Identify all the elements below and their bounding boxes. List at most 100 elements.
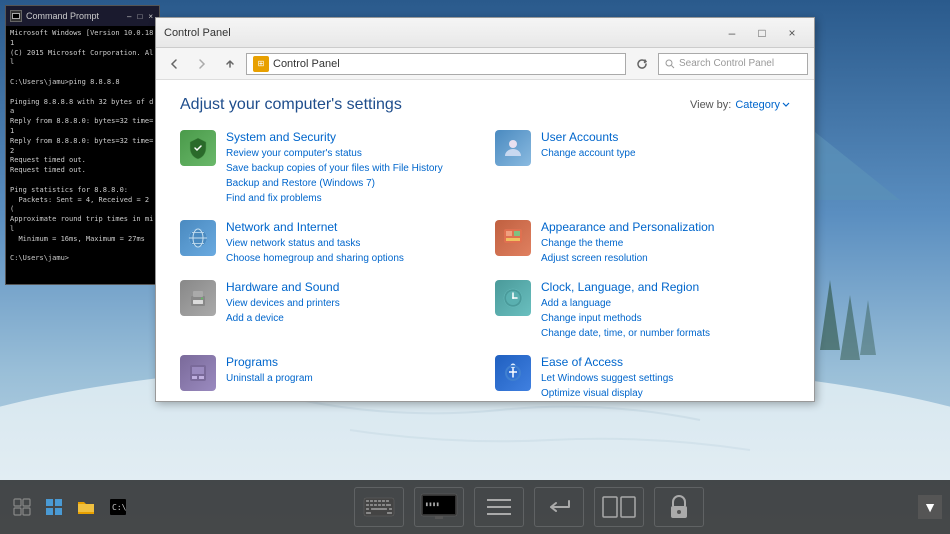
hardware-link-2[interactable]: Add a device [226, 311, 340, 326]
system-security-link-3[interactable]: Backup and Restore (Windows 7) [226, 176, 443, 191]
clock-link-3[interactable]: Change date, time, or number formats [541, 326, 710, 341]
nav-back-button[interactable] [162, 52, 186, 76]
search-bar[interactable]: Search Control Panel [658, 53, 808, 75]
ease-of-access-title[interactable]: Ease of Access [541, 355, 673, 369]
cp-maximize-button[interactable]: □ [748, 23, 776, 43]
breadcrumb-icon: ⊞ [253, 56, 269, 72]
keyboard-tool-button[interactable] [354, 487, 404, 527]
cmd-title-text: Command Prompt [26, 11, 99, 21]
enter-tool-button[interactable] [534, 487, 584, 527]
cmd-titlebar: Command Prompt – □ × [6, 6, 159, 26]
task-view-button[interactable] [8, 493, 36, 521]
category-user-accounts: User Accounts Change account type [495, 130, 790, 206]
appearance-text: Appearance and Personalization Change th… [541, 220, 714, 266]
cp-close-button[interactable]: × [778, 23, 806, 43]
network-globe-icon [186, 226, 210, 250]
printer-icon [186, 286, 210, 310]
ease-link-1[interactable]: Let Windows suggest settings [541, 371, 673, 386]
user-accounts-text: User Accounts Change account type [541, 130, 636, 161]
taskbar-right: ▼ [918, 495, 950, 519]
network-link-2[interactable]: Choose homegroup and sharing options [226, 251, 404, 266]
hardware-link-1[interactable]: View devices and printers [226, 296, 340, 311]
start-button[interactable] [40, 493, 68, 521]
taskbar-left: C:\ [0, 493, 140, 521]
appearance-link-2[interactable]: Adjust screen resolution [541, 251, 714, 266]
programs-link-1[interactable]: Uninstall a program [226, 371, 313, 386]
folder-icon [77, 498, 95, 516]
user-accounts-title[interactable]: User Accounts [541, 130, 636, 144]
snap-window-icon [600, 493, 638, 521]
nav-refresh-button[interactable] [630, 52, 654, 76]
category-network-internet: Network and Internet View network status… [180, 220, 475, 266]
taskbar-middle: ▮▮▮▮ [140, 487, 918, 527]
palette-icon [501, 226, 525, 250]
cmd-content: Microsoft Windows [Version 10.0.181 (C) … [6, 26, 159, 284]
ease-of-access-icon [495, 355, 531, 391]
file-explorer-taskbar-button[interactable] [72, 493, 100, 521]
network-link-1[interactable]: View network status and tasks [226, 236, 404, 251]
lock-icon [663, 493, 695, 521]
user-accounts-link-1[interactable]: Change account type [541, 146, 636, 161]
breadcrumb[interactable]: ⊞ Control Panel [246, 53, 626, 75]
category-hardware-sound: Hardware and Sound View devices and prin… [180, 280, 475, 341]
cp-content: Adjust your computer's settings View by:… [156, 80, 814, 401]
appearance-title[interactable]: Appearance and Personalization [541, 220, 714, 234]
system-security-link-1[interactable]: Review your computer's status [226, 146, 443, 161]
svg-text:▮▮▮▮: ▮▮▮▮ [425, 501, 439, 508]
view-by-label: View by: [690, 99, 731, 111]
system-security-icon [180, 130, 216, 166]
cmd-taskbar-button[interactable]: C:\ [104, 493, 132, 521]
snap-tool-button[interactable] [594, 487, 644, 527]
clock-globe-icon [501, 286, 525, 310]
cp-main-title: Adjust your computer's settings [180, 96, 402, 114]
ease-link-2[interactable]: Optimize visual display [541, 386, 673, 401]
view-by: View by: Category [690, 99, 790, 111]
cp-minimize-button[interactable]: – [718, 23, 746, 43]
cmd-minimize-button[interactable]: – [125, 12, 133, 21]
clock-icon [495, 280, 531, 316]
programs-title[interactable]: Programs [226, 355, 313, 369]
shield-icon [186, 136, 210, 160]
system-security-text: System and Security Review your computer… [226, 130, 443, 206]
cp-controls: – □ × [718, 23, 806, 43]
system-security-title[interactable]: System and Security [226, 130, 443, 144]
system-security-link-4[interactable]: Find and fix problems [226, 191, 443, 206]
clock-language-region-title[interactable]: Clock, Language, and Region [541, 280, 710, 294]
programs-text: Programs Uninstall a program [226, 355, 313, 386]
nav-up-button[interactable] [218, 52, 242, 76]
network-internet-text: Network and Internet View network status… [226, 220, 404, 266]
list-tool-button[interactable] [474, 487, 524, 527]
hardware-icon [180, 280, 216, 316]
ease-of-access-text: Ease of Access Let Windows suggest setti… [541, 355, 673, 401]
monitor-tool-icon: ▮▮▮▮ [420, 493, 458, 521]
taskbar-arrow-button[interactable]: ▼ [918, 495, 942, 519]
user-accounts-icon [495, 130, 531, 166]
user-icon [501, 136, 525, 160]
taskbar-arrow-icon: ▼ [923, 499, 937, 515]
network-icon [180, 220, 216, 256]
categories-grid: System and Security Review your computer… [180, 130, 790, 401]
svg-text:C:\: C:\ [112, 503, 127, 512]
cp-addressbar: ⊞ Control Panel Search Control Panel [156, 48, 814, 80]
search-placeholder: Search Control Panel [679, 58, 774, 69]
nav-forward-button[interactable] [190, 52, 214, 76]
cmd-close-button[interactable]: × [146, 12, 155, 21]
monitor-tool-button[interactable]: ▮▮▮▮ [414, 487, 464, 527]
clock-language-region-text: Clock, Language, and Region Add a langua… [541, 280, 710, 341]
breadcrumb-text: Control Panel [273, 58, 340, 70]
cmd-controls: – □ × [125, 12, 155, 21]
view-by-link[interactable]: Category [735, 99, 790, 111]
cp-header: Adjust your computer's settings View by:… [180, 96, 790, 114]
accessibility-icon [501, 361, 525, 385]
cp-window: Control Panel – □ × ⊞ Control Panel Sear… [155, 17, 815, 402]
clock-link-1[interactable]: Add a language [541, 296, 710, 311]
appearance-link-1[interactable]: Change the theme [541, 236, 714, 251]
category-system-security: System and Security Review your computer… [180, 130, 475, 206]
system-security-link-2[interactable]: Save backup copies of your files with Fi… [226, 161, 443, 176]
hardware-sound-title[interactable]: Hardware and Sound [226, 280, 340, 294]
cmd-maximize-button[interactable]: □ [135, 12, 144, 21]
clock-link-2[interactable]: Change input methods [541, 311, 710, 326]
lock-tool-button[interactable] [654, 487, 704, 527]
network-internet-title[interactable]: Network and Internet [226, 220, 404, 234]
cp-titlebar: Control Panel – □ × [156, 18, 814, 48]
